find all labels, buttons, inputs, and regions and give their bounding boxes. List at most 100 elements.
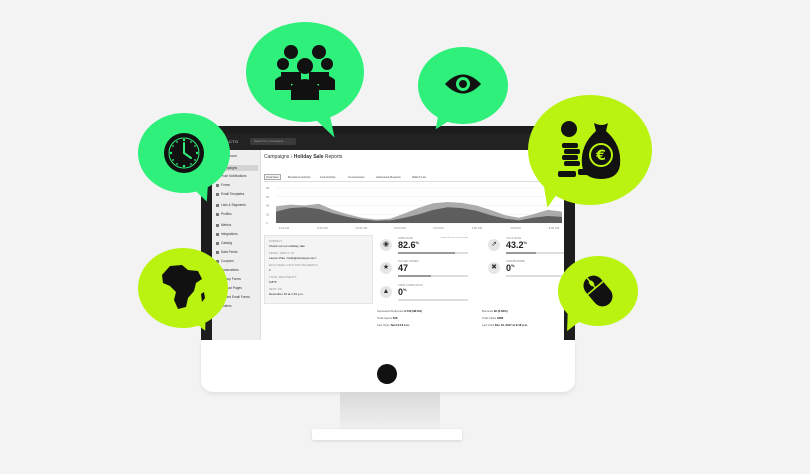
stat-label: Bounced xyxy=(482,309,494,313)
tab-overview[interactable]: Overview xyxy=(264,174,281,180)
metric-progress-fill xyxy=(506,252,537,254)
x-tick-label: 12:00 PM xyxy=(394,226,407,230)
metric-progress-bar xyxy=(398,252,468,254)
stat-label: Successful Deliveries xyxy=(377,309,404,313)
x-tick-label: 4:00 PM xyxy=(472,226,483,230)
from-label: FROM / REPLY-TO xyxy=(269,252,295,255)
search-placeholder: Search for campaigns... xyxy=(254,139,286,143)
stat-value: 526 xyxy=(392,316,398,320)
metric-progress-bar xyxy=(506,252,564,254)
tab-advanced-reports[interactable]: Advanced Reports xyxy=(376,175,401,179)
metric-progress-fill xyxy=(398,275,431,277)
breadcrumb-separator: › xyxy=(290,154,293,160)
sidebar-item-catalog[interactable]: Catalog xyxy=(216,241,232,245)
stat-value: Sent 9:12 a.m. xyxy=(390,323,410,327)
excluded-label: EXCLUDED LISTS AND SEGMENTS xyxy=(269,264,318,267)
campaign-details-card: SUBJECT Check out our Holiday sale FROM … xyxy=(264,235,373,304)
sidebar-item-label: Catalog xyxy=(221,241,232,245)
eye-icon-glyph: ◉ xyxy=(382,241,390,248)
sidebar-item-forms[interactable]: Forms xyxy=(216,183,230,187)
tab-watch-list[interactable]: Watch List xyxy=(412,175,426,179)
external-link-icon-glyph: ⇗ xyxy=(491,241,497,248)
x-tick-label: 10:00 AM xyxy=(355,226,367,230)
metric-progress-fill xyxy=(398,252,456,254)
excluded-value: 2 xyxy=(269,268,271,272)
sidebar-item-label: Lists & Segments xyxy=(221,203,246,207)
metric-unit: % xyxy=(511,263,515,268)
sidebar-item-label: Email Templates xyxy=(221,192,245,196)
sidebar-item-lists-segments[interactable]: Lists & Segments xyxy=(216,203,246,207)
x-tick-label: 6:00 AM xyxy=(279,226,290,230)
sidebar-item-integrations[interactable]: Integrations xyxy=(216,232,238,236)
metric-unit: % xyxy=(415,240,420,245)
stat-row-right: Last Click Dec 19, 2017 at 9:18 p.m. xyxy=(482,323,528,327)
x-icon: ✖ xyxy=(488,262,500,274)
y-tick-label: 60 xyxy=(266,195,270,199)
breadcrumb-campaigns[interactable]: Campaigns xyxy=(264,154,289,160)
metric-progress-bar xyxy=(398,275,468,277)
sidebar-item-icon xyxy=(216,223,219,227)
tab-link-activity[interactable]: Link Activity xyxy=(320,175,336,179)
y-tick-label: 0 xyxy=(266,221,268,225)
sidebar-item-coupons[interactable]: Coupons xyxy=(216,259,234,263)
sidebar-item-label: Profiles xyxy=(221,212,232,216)
stat-label: Last Open xyxy=(377,323,390,327)
breadcrumb: Campaigns › Holiday Sale Reports xyxy=(264,154,342,160)
metric-unit: % xyxy=(523,240,528,245)
sent-label: SENT ON xyxy=(269,288,282,291)
sidebar-item-label: Coupons xyxy=(221,259,234,263)
eye-bubble xyxy=(418,47,508,124)
sidebar-item-icon xyxy=(216,212,219,216)
activity-area-chart: 80 60 40 20 0 6:00 AM 8:00 AM 10:00 AM 12:00 PM 2… xyxy=(266,186,562,230)
sent-value: December 15 at 1:15 p.m. xyxy=(269,292,304,296)
sidebar-item-metrics[interactable]: Metrics xyxy=(216,223,231,227)
mouse-icon xyxy=(583,275,613,307)
sidebar-item-label: Metrics xyxy=(221,223,232,227)
stat-row-right: Total Clicks 3368 xyxy=(482,316,503,320)
sidebar-item-label: Data Feeds xyxy=(221,250,238,254)
report-tabs: Overview Recipient Activity Link Activity C… xyxy=(264,174,560,182)
tab-conversions[interactable]: Conversions xyxy=(348,175,365,179)
sidebar-item-icon xyxy=(216,203,219,207)
metric-progress-bar xyxy=(506,275,564,277)
top-bar: ACTO Search for campaigns... xyxy=(212,134,564,150)
stat-label: Total Clicks xyxy=(482,316,497,320)
y-tick-label: 80 xyxy=(266,186,270,190)
x-tick-label: 8:00 PM xyxy=(549,226,560,230)
svg-text:€: € xyxy=(595,148,606,164)
metric-value: 0% xyxy=(506,263,515,273)
x-tick-label: 8:00 AM xyxy=(317,226,328,230)
stat-row-left: Last Open Sent 9:12 a.m. xyxy=(377,323,410,327)
clock-bubble xyxy=(138,113,230,193)
star-icon-glyph: ★ xyxy=(382,264,390,271)
sidebar-item-data-feeds[interactable]: Data Feeds xyxy=(216,250,237,254)
sidebar-item-icon xyxy=(216,250,219,254)
subject-value: Check out our Holiday sale xyxy=(269,244,305,248)
x-tick-label: 2:00 PM xyxy=(433,226,444,230)
stat-row-left: Successful Deliveries 9,739 (98.6%) xyxy=(377,309,422,313)
warning-icon: ▲ xyxy=(380,286,392,298)
tab-recipient-activity[interactable]: Recipient Activity xyxy=(288,175,311,179)
eye-icon: ◉ xyxy=(380,239,392,251)
money-bag-icon: € xyxy=(558,121,621,179)
stat-label: Last Click xyxy=(482,323,495,327)
monitor-stand-base xyxy=(312,429,462,440)
x-tick-label: 6:00 PM xyxy=(510,226,521,230)
total-value: 9,875 xyxy=(269,280,277,284)
africa-map-icon xyxy=(162,265,205,309)
eye-icon xyxy=(445,74,481,94)
breadcrumb-suffix: Reports xyxy=(324,154,343,160)
sidebar-item-profiles[interactable]: Profiles xyxy=(216,212,232,216)
clock-icon xyxy=(164,133,204,173)
x-icon-glyph: ✖ xyxy=(491,264,497,271)
y-tick-label: 20 xyxy=(266,212,270,216)
warning-icon-glyph: ▲ xyxy=(382,288,390,295)
metric-value: 0% xyxy=(398,287,407,297)
sidebar-item-label: Forms xyxy=(221,183,231,187)
metric-value: 47 xyxy=(398,263,409,273)
metric-progress-bar xyxy=(398,299,468,301)
stat-value: Dec 19, 2017 at 9:18 p.m. xyxy=(494,323,528,327)
sidebar-item-email-templates[interactable]: Email Templates xyxy=(216,192,244,196)
external-link-icon: ⇗ xyxy=(488,239,500,251)
people-icon xyxy=(275,45,335,100)
